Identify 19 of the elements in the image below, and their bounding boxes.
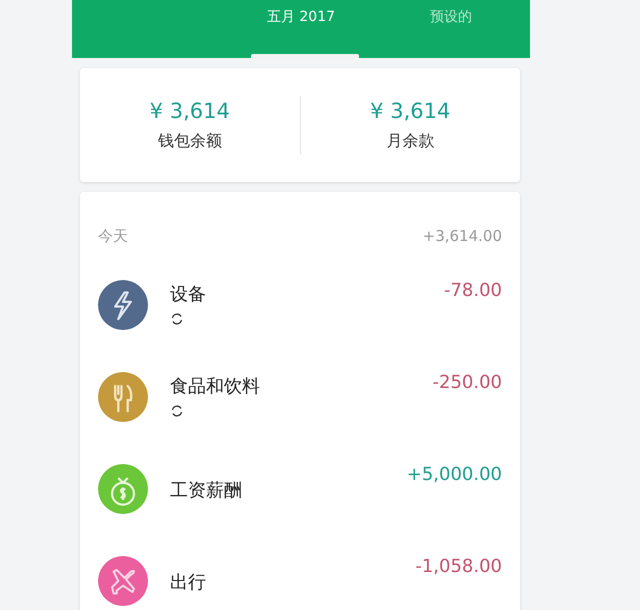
repeat-icon [170,404,184,418]
category-icon[interactable] [98,372,148,422]
transaction-amount: -1,058.00 [415,556,502,577]
transaction-amount: -78.00 [444,280,502,301]
balance-amount: ¥ 3,614 [370,98,450,122]
day-label: 今天 [98,226,128,246]
transaction-amount: -250.00 [432,372,502,393]
balance-label: 月余款 [386,130,434,152]
category-name: 食品和饮料 [170,375,261,398]
balance-amount: ¥ 3,614 [150,98,230,122]
repeat-icon [170,312,184,326]
category-icon[interactable] [98,280,148,330]
category-name: 工资薪酬 [170,479,243,502]
category-name: 出行 [170,571,207,594]
category-name: 设备 [170,283,207,306]
transaction-amount: +5,000.00 [406,464,502,485]
category-icon[interactable] [98,556,148,606]
day-total: +3,614.00 [422,227,502,245]
balance-label: 钱包余额 [158,130,222,152]
